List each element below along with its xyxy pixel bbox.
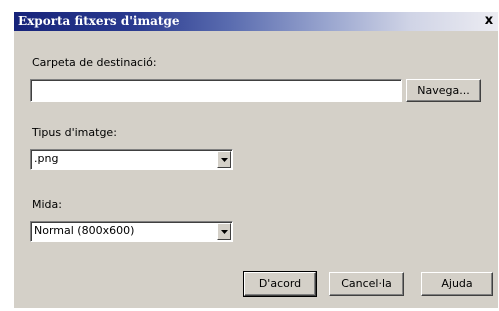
close-icon[interactable]: x (482, 13, 496, 28)
cancel-button[interactable]: Cancel·la (329, 272, 404, 296)
image-type-selected-value: .png (34, 152, 59, 165)
export-images-dialog: Exporta fitxers d'imatge x Carpeta de de… (14, 12, 498, 308)
title-bar[interactable]: Exporta fitxers d'imatge x (14, 12, 498, 31)
image-type-select[interactable]: .png (30, 149, 233, 170)
dialog-title: Exporta fitxers d'imatge (18, 14, 180, 28)
ok-button[interactable]: D'acord (243, 271, 317, 297)
chevron-down-icon[interactable] (217, 151, 231, 168)
browse-button[interactable]: Navega... (406, 79, 481, 102)
help-button[interactable]: Ajuda (421, 272, 493, 296)
size-selected-value: Normal (800x600) (34, 224, 135, 237)
size-label: Mida: (32, 198, 62, 211)
chevron-down-icon[interactable] (217, 223, 231, 240)
destination-folder-input[interactable] (30, 79, 402, 102)
destination-folder-label: Carpeta de destinació: (32, 56, 157, 69)
size-select[interactable]: Normal (800x600) (30, 221, 233, 242)
image-type-label: Tipus d'imatge: (32, 126, 117, 139)
